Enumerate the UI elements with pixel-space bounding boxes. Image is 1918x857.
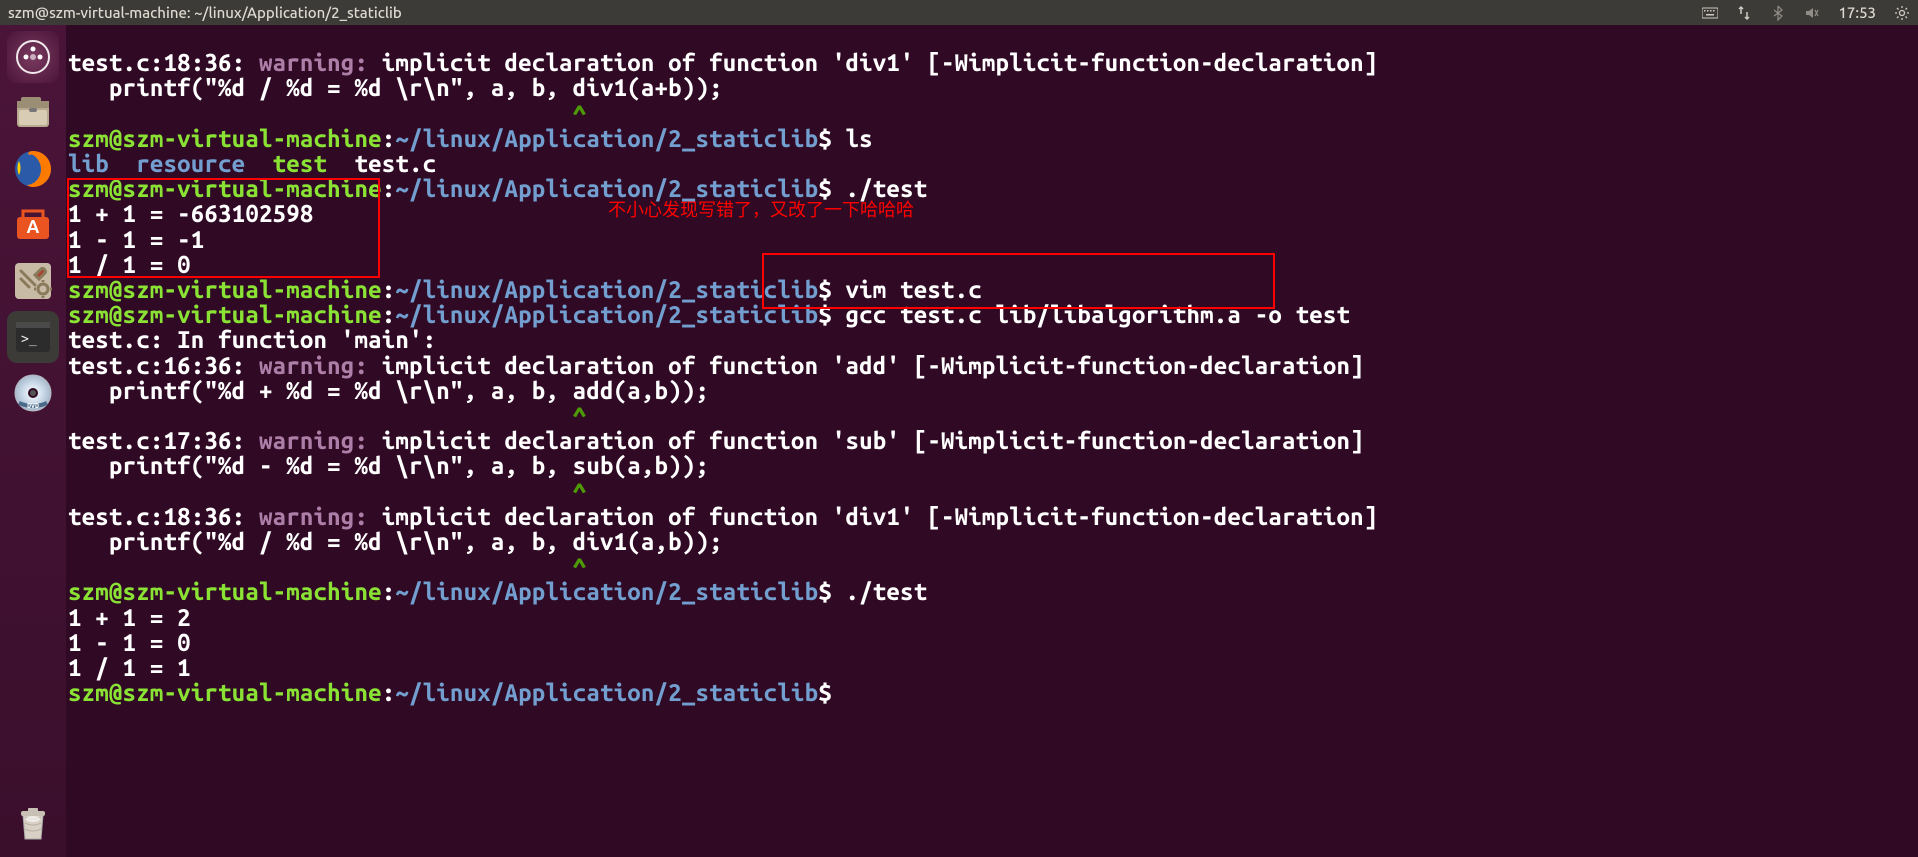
svg-text:A: A — [27, 217, 40, 237]
output-line: 1 + 1 = 2 — [68, 604, 191, 631]
prompt-userhost: szm@szm-virtual-machine — [68, 679, 382, 706]
launcher-dash[interactable] — [7, 31, 59, 83]
launcher-trash[interactable] — [7, 797, 59, 849]
code-line: printf("%d / %d = %d \r\n", a, b, div1(a… — [68, 528, 723, 555]
ls-file: test.c — [354, 150, 436, 177]
output-line: 1 - 1 = -1 — [68, 226, 204, 253]
cmd-run-test: ./test — [832, 175, 927, 202]
window-title: szm@szm-virtual-machine: ~/linux/Applica… — [8, 0, 1702, 25]
warn-fn: div1 — [846, 503, 901, 530]
launcher-software[interactable]: A — [7, 199, 59, 251]
prompt-userhost: szm@szm-virtual-machine — [68, 276, 382, 303]
warn-msg: implicit declaration of function ' — [382, 49, 846, 76]
prompt-userhost: szm@szm-virtual-machine — [68, 301, 382, 328]
code-line: printf("%d / %d = %d \r\n", a, b, div1(a… — [68, 74, 723, 101]
prompt-path: ~/linux/Application/2_staticlib — [395, 301, 818, 328]
terminal-output[interactable]: test.c:18:36: warning: implicit declarat… — [66, 25, 1918, 857]
cmd-ls: ls — [832, 125, 873, 152]
warn-tag: warning: — [245, 503, 381, 530]
warn-tag: warning: — [245, 427, 381, 454]
warn-location: test.c:16:36: — [68, 352, 245, 379]
prompt-path: ~/linux/Application/2_staticlib — [395, 175, 818, 202]
window-titlebar: szm@szm-virtual-machine: ~/linux/Applica… — [0, 0, 1918, 25]
unity-launcher: A >_ DVD — [0, 25, 66, 857]
caret-line: ^ — [68, 402, 586, 429]
caret-line: ^ — [68, 478, 586, 505]
ls-dir: lib — [68, 150, 109, 177]
launcher-files[interactable] — [7, 87, 59, 139]
prompt-userhost: szm@szm-virtual-machine — [68, 125, 382, 152]
prompt-colon: : — [382, 125, 396, 152]
warn-fn: div1 — [846, 49, 901, 76]
warn-msg: ' [-Wimplicit-function-declaration] — [900, 49, 1377, 76]
warn-fn: add — [846, 352, 887, 379]
output-line: 1 / 1 = 0 — [68, 251, 191, 278]
cmd-vim: vim test.c — [832, 276, 982, 303]
prompt-userhost: szm@szm-virtual-machine — [68, 578, 382, 605]
prompt-path: ~/linux/Application/2_staticlib — [395, 125, 818, 152]
launcher-firefox[interactable] — [7, 143, 59, 195]
output-line: 1 - 1 = 0 — [68, 629, 191, 656]
warn-location: test.c:18:36: — [68, 49, 245, 76]
prompt-dollar: $ — [818, 125, 832, 152]
warn-location: test.c:18:36: — [68, 503, 245, 530]
caret-line: ^ — [68, 100, 586, 127]
launcher-settings[interactable] — [7, 255, 59, 307]
code-line: printf("%d - %d = %d \r\n", a, b, sub(a,… — [68, 452, 709, 479]
system-tray: 17:53 — [1702, 0, 1910, 25]
prompt-userhost: szm@szm-virtual-machine — [68, 175, 382, 202]
caret-line: ^ — [68, 553, 586, 580]
keyboard-icon[interactable] — [1702, 5, 1718, 21]
ls-exec: test — [273, 150, 328, 177]
output-line: 1 / 1 = 1 — [68, 654, 191, 681]
cmd-gcc: gcc test.c lib/libalgorithm.a -o test — [832, 301, 1350, 328]
prompt-path: ~/linux/Application/2_staticlib — [395, 578, 818, 605]
infunc-name: main — [354, 326, 409, 353]
cmd-run-test: ./test — [832, 578, 927, 605]
clock[interactable]: 17:53 — [1838, 0, 1876, 25]
volume-icon[interactable] — [1804, 5, 1820, 21]
network-icon[interactable] — [1736, 5, 1752, 21]
warn-location: test.c:17:36: — [68, 427, 245, 454]
svg-text:DVD: DVD — [27, 402, 39, 410]
svg-text:>_: >_ — [21, 332, 37, 347]
launcher-terminal[interactable]: >_ — [7, 311, 59, 363]
warn-fn: sub — [846, 427, 887, 454]
gear-icon[interactable] — [1894, 5, 1910, 21]
launcher-disc[interactable]: DVD — [7, 367, 59, 419]
infunc-file: test.c: — [68, 326, 163, 353]
warn-tag: warning: — [245, 352, 381, 379]
output-line: 1 + 1 = -663102598 — [68, 200, 314, 227]
prompt-path: ~/linux/Application/2_staticlib — [395, 276, 818, 303]
warn-tag: warning: — [245, 49, 381, 76]
cursor[interactable] — [832, 679, 846, 706]
bluetooth-icon[interactable] — [1770, 5, 1786, 21]
ls-dir: resource — [136, 150, 245, 177]
prompt-path: ~/linux/Application/2_staticlib — [395, 679, 818, 706]
code-line: printf("%d + %d = %d \r\n", a, b, add(a,… — [68, 377, 709, 404]
